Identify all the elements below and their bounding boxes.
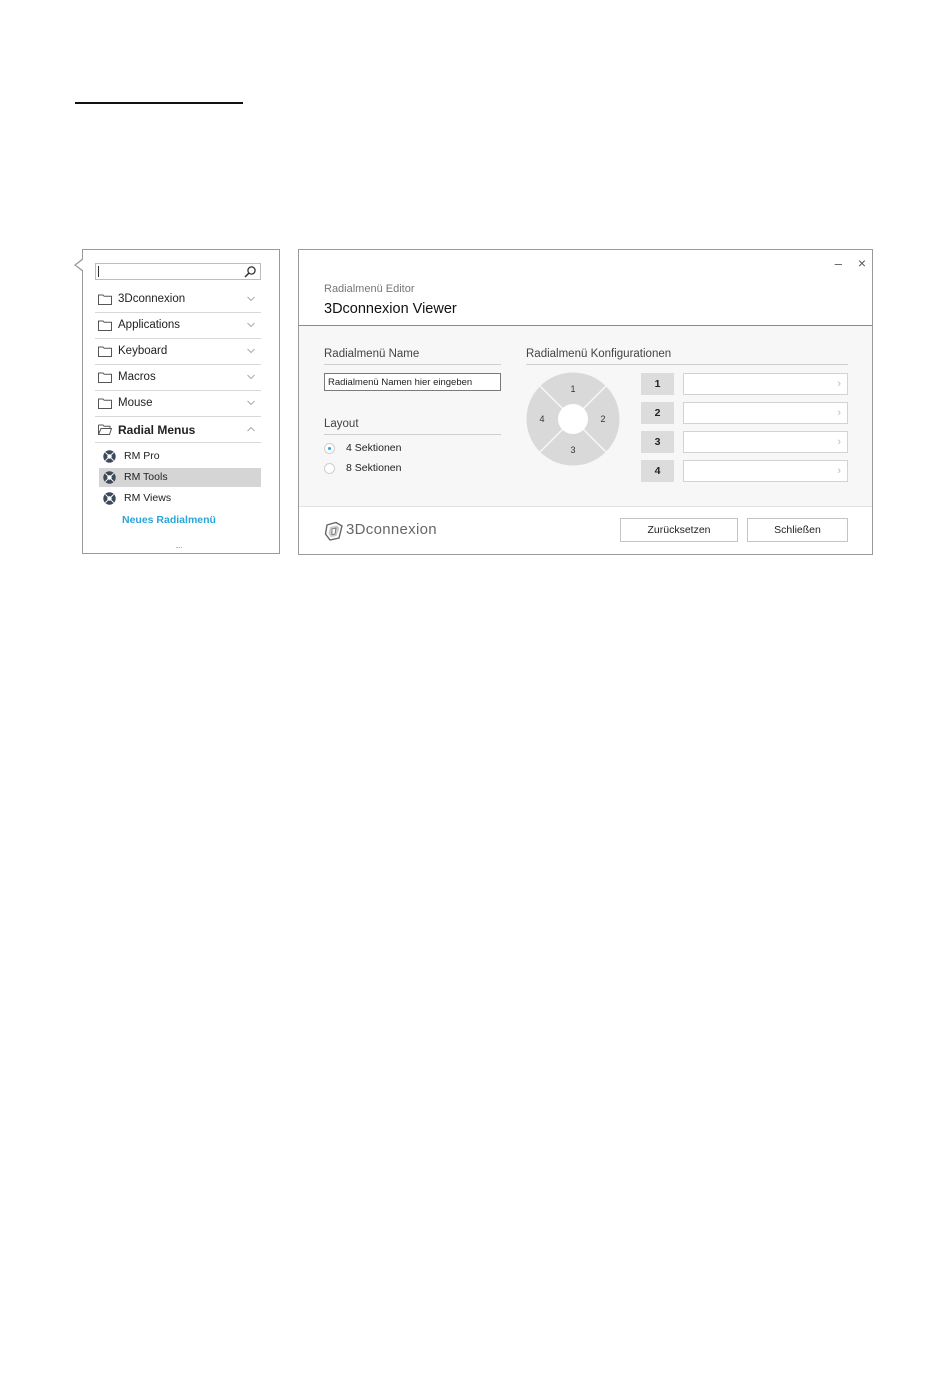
folder-icon [98, 372, 112, 383]
slot-number-3: 3 [641, 431, 674, 453]
radial-menu-item-label: RM Tools [124, 471, 168, 483]
chevron-down-icon[interactable] [247, 348, 255, 354]
radial-section-label[interactable]: 1 [570, 384, 575, 394]
layout-option-label: 4 Sektionen [346, 442, 402, 454]
tree-item-radial-menus[interactable]: Radial Menus [95, 417, 261, 443]
folder-icon [98, 320, 112, 331]
radial-menu-name-input[interactable] [324, 373, 501, 391]
page-header-rule [75, 102, 243, 104]
folder-open-icon [98, 424, 112, 435]
slot-assignment-field-4[interactable]: › [683, 460, 848, 482]
tree-item-mouse[interactable]: Mouse [95, 391, 261, 417]
editor-subtitle: Radialmenü Editor [324, 283, 415, 295]
folder-icon [98, 294, 112, 305]
radial-section-label[interactable]: 3 [570, 445, 575, 455]
close-window-button[interactable]: × [858, 256, 866, 270]
config-section-heading: Radialmenü Konfigurationen [526, 348, 848, 365]
resize-grip[interactable]: ···· [175, 543, 183, 552]
radial-menu-item-label: RM Pro [124, 450, 160, 462]
slot-number-1: 1 [641, 373, 674, 395]
radial-menu-item-rm-pro[interactable]: RM Pro [99, 447, 261, 466]
chevron-right-icon: › [837, 436, 841, 448]
search-field[interactable] [95, 263, 261, 280]
reset-button[interactable]: Zurücksetzen [620, 518, 738, 542]
folder-icon [98, 346, 112, 357]
tree-item-label: Mouse [118, 397, 153, 409]
footer-divider [299, 506, 872, 507]
radial-menu-editor-window: – × Radialmenü Editor 3Dconnexion Viewer… [298, 249, 873, 555]
slot-assignment-field-1[interactable]: › [683, 373, 848, 395]
tree-item-3dconnexion[interactable]: 3Dconnexion [95, 287, 261, 313]
radio-button[interactable] [324, 463, 335, 474]
radial-section-label[interactable]: 2 [600, 414, 605, 424]
chevron-right-icon: › [837, 407, 841, 419]
name-section-heading: Radialmenü Name [324, 348, 501, 365]
layout-option-label: 8 Sektionen [346, 462, 402, 474]
close-button[interactable]: Schließen [747, 518, 848, 542]
command-tree-panel: 3Dconnexion Applications Keyboard Macros… [74, 249, 280, 554]
tree-item-label: Radial Menus [118, 423, 196, 437]
new-radial-menu-link[interactable]: Neues Radialmenü [122, 514, 216, 526]
tree-item-label: Keyboard [118, 345, 168, 357]
logo-text: 3Dconnexion [346, 521, 437, 538]
radial-menu-item-rm-views[interactable]: RM Views [99, 489, 261, 508]
slot-number-4: 4 [641, 460, 674, 482]
slot-number-2: 2 [641, 402, 674, 424]
chevron-right-icon: › [837, 378, 841, 390]
tree-item-label: Applications [118, 319, 181, 331]
radial-section-label[interactable]: 4 [539, 414, 544, 424]
tree-item-macros[interactable]: Macros [95, 365, 261, 391]
minimize-button[interactable]: – [835, 257, 842, 270]
tree-item-label: 3Dconnexion [118, 293, 186, 305]
radial-menu-icon [103, 492, 116, 505]
folder-icon [98, 398, 112, 409]
radial-menu-icon [103, 471, 116, 484]
radial-menu-item-label: RM Views [124, 492, 172, 504]
chevron-down-icon[interactable] [247, 374, 255, 380]
radial-menu-item-rm-tools[interactable]: RM Tools [99, 468, 261, 487]
slot-assignment-field-2[interactable]: › [683, 402, 848, 424]
radial-menu-icon [103, 450, 116, 463]
chevron-right-icon: › [837, 465, 841, 477]
3dconnexion-logo-icon [324, 521, 343, 541]
tree-item-applications[interactable]: Applications [95, 313, 261, 339]
chevron-down-icon[interactable] [247, 296, 255, 302]
search-icon[interactable] [243, 265, 257, 279]
tree-item-keyboard[interactable]: Keyboard [95, 339, 261, 365]
layout-section-heading: Layout [324, 418, 501, 435]
search-input[interactable] [101, 264, 241, 279]
slot-assignment-field-3[interactable]: › [683, 431, 848, 453]
chevron-down-icon[interactable] [247, 400, 255, 406]
chevron-up-icon[interactable] [247, 426, 255, 432]
tree-item-label: Macros [118, 371, 156, 383]
editor-title: 3Dconnexion Viewer [324, 301, 457, 317]
radial-menu-preview: 1 2 3 4 [526, 372, 620, 466]
text-caret [98, 266, 99, 277]
chevron-down-icon[interactable] [247, 322, 255, 328]
radio-button-checked[interactable] [324, 443, 335, 454]
